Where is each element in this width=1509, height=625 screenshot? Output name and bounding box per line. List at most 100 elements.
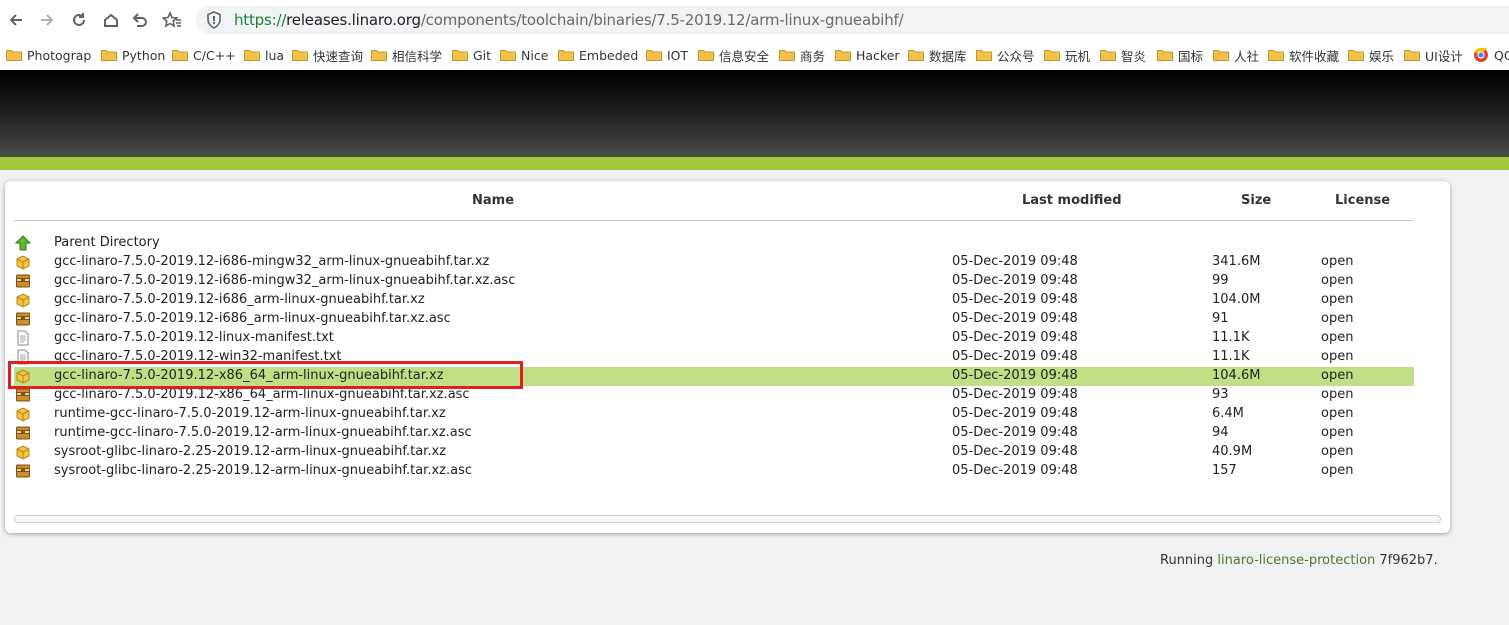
file-name-link[interactable]: runtime-gcc-linaro-7.5.0-2019.12-arm-lin… bbox=[54, 406, 446, 421]
folder-icon bbox=[698, 50, 714, 61]
file-name-link[interactable]: gcc-linaro-7.5.0-2019.12-i686-mingw32_ar… bbox=[54, 273, 515, 288]
file-last-modified: 05-Dec-2019 09:48 bbox=[952, 444, 1078, 459]
undo-icon[interactable] bbox=[128, 8, 152, 32]
column-header-name[interactable]: Name bbox=[472, 193, 514, 208]
file-name-link[interactable]: runtime-gcc-linaro-7.5.0-2019.12-arm-lin… bbox=[54, 425, 472, 440]
file-row[interactable]: gcc-linaro-7.5.0-2019.12-x86_64_arm-linu… bbox=[14, 386, 1414, 405]
shield-icon[interactable] bbox=[206, 11, 222, 29]
file-last-modified: 05-Dec-2019 09:48 bbox=[952, 425, 1078, 440]
bookmark-item[interactable]: 软件收藏 bbox=[1268, 46, 1339, 64]
file-last-modified: 05-Dec-2019 09:48 bbox=[952, 406, 1078, 421]
bookmark-label: IOT bbox=[667, 47, 689, 63]
parent-directory-row[interactable]: Parent Directory bbox=[14, 234, 1414, 253]
bookmark-item[interactable]: Nice bbox=[500, 46, 548, 64]
bookmark-item[interactable]: 商务 bbox=[779, 46, 825, 64]
package-icon bbox=[16, 445, 30, 460]
file-license: open bbox=[1321, 254, 1354, 269]
package-icon bbox=[16, 293, 30, 308]
column-header-license[interactable]: License bbox=[1335, 193, 1390, 208]
footer-link[interactable]: linaro-license-protection bbox=[1217, 553, 1375, 568]
footer-text: Running linaro-license-protection 7f962b… bbox=[1160, 553, 1438, 568]
file-last-modified: 05-Dec-2019 09:48 bbox=[952, 330, 1078, 345]
archive-icon bbox=[16, 312, 30, 326]
file-row[interactable]: gcc-linaro-7.5.0-2019.12-i686-mingw32_ar… bbox=[14, 272, 1414, 291]
bookmark-star-icon[interactable] bbox=[160, 8, 184, 32]
header-divider bbox=[14, 220, 1414, 221]
folder-icon bbox=[1404, 50, 1420, 61]
file-last-modified: 05-Dec-2019 09:48 bbox=[952, 273, 1078, 288]
file-name-link[interactable]: sysroot-glibc-linaro-2.25-2019.12-arm-li… bbox=[54, 463, 472, 478]
folder-icon bbox=[244, 50, 260, 61]
url-text[interactable]: https://releases.linaro.org/components/t… bbox=[234, 11, 904, 29]
bookmark-item[interactable]: C/C++ bbox=[172, 46, 236, 64]
back-arrow-icon[interactable] bbox=[4, 8, 28, 32]
bookmark-item[interactable]: 国标 bbox=[1157, 46, 1203, 64]
bookmark-item[interactable]: 智炎 bbox=[1100, 46, 1146, 64]
column-header-size[interactable]: Size bbox=[1241, 193, 1271, 208]
file-last-modified: 05-Dec-2019 09:48 bbox=[952, 254, 1078, 269]
file-license: open bbox=[1321, 273, 1354, 288]
folder-icon bbox=[172, 50, 188, 61]
file-last-modified: 05-Dec-2019 09:48 bbox=[952, 311, 1078, 326]
file-row[interactable]: sysroot-glibc-linaro-2.25-2019.12-arm-li… bbox=[14, 443, 1414, 462]
bookmark-item[interactable]: 公众号 bbox=[976, 46, 1035, 64]
parent-directory-link[interactable]: Parent Directory bbox=[54, 235, 160, 250]
file-size: 40.9M bbox=[1212, 444, 1253, 459]
folder-icon bbox=[835, 50, 851, 61]
forward-arrow-icon[interactable] bbox=[35, 8, 59, 32]
bookmark-item[interactable]: Hacker bbox=[835, 46, 900, 64]
bookmark-label: C/C++ bbox=[193, 47, 236, 63]
file-size: 99 bbox=[1212, 273, 1229, 288]
file-row[interactable]: gcc-linaro-7.5.0-2019.12-i686_arm-linux-… bbox=[14, 310, 1414, 329]
footer-prefix: Running bbox=[1160, 553, 1218, 568]
file-name-link[interactable]: gcc-linaro-7.5.0-2019.12-x86_64_arm-linu… bbox=[54, 387, 470, 402]
bookmark-item[interactable]: Git bbox=[452, 46, 491, 64]
column-header-last-modified[interactable]: Last modified bbox=[1022, 193, 1122, 208]
address-bar[interactable]: https://releases.linaro.org/components/t… bbox=[196, 6, 1509, 34]
file-size: 6.4M bbox=[1212, 406, 1244, 421]
bookmark-item[interactable]: UI设计 bbox=[1404, 46, 1463, 64]
file-row[interactable]: gcc-linaro-7.5.0-2019.12-win32-manifest.… bbox=[14, 348, 1414, 367]
bookmark-label: 快速查询 bbox=[313, 48, 364, 64]
bookmark-item[interactable]: 相信科学 bbox=[371, 46, 442, 64]
file-row[interactable]: gcc-linaro-7.5.0-2019.12-linux-manifest.… bbox=[14, 329, 1414, 348]
file-row[interactable]: gcc-linaro-7.5.0-2019.12-i686-mingw32_ar… bbox=[14, 253, 1414, 272]
bookmark-item[interactable]: IOT bbox=[646, 46, 688, 64]
bookmark-label: 智炎 bbox=[1121, 48, 1147, 64]
file-row[interactable]: sysroot-glibc-linaro-2.25-2019.12-arm-li… bbox=[14, 462, 1414, 481]
bookmark-item[interactable]: 数据库 bbox=[908, 46, 967, 64]
reload-icon[interactable] bbox=[67, 8, 91, 32]
bookmark-item[interactable]: lua bbox=[244, 46, 284, 64]
bookmark-label: Embeded bbox=[579, 47, 639, 63]
file-row[interactable]: gcc-linaro-7.5.0-2019.12-i686_arm-linux-… bbox=[14, 291, 1414, 310]
folder-icon bbox=[558, 50, 574, 61]
file-last-modified: 05-Dec-2019 09:48 bbox=[952, 387, 1078, 402]
bookmark-item[interactable]: 人社 bbox=[1213, 46, 1259, 64]
file-name-link[interactable]: gcc-linaro-7.5.0-2019.12-i686_arm-linux-… bbox=[54, 292, 425, 307]
horizontal-scrollbar[interactable] bbox=[14, 515, 1441, 523]
bookmark-item[interactable]: QQ bbox=[1473, 46, 1509, 64]
file-row[interactable]: runtime-gcc-linaro-7.5.0-2019.12-arm-lin… bbox=[14, 405, 1414, 424]
folder-icon bbox=[1268, 50, 1284, 61]
file-row[interactable]: runtime-gcc-linaro-7.5.0-2019.12-arm-lin… bbox=[14, 424, 1414, 443]
file-name-link[interactable]: sysroot-glibc-linaro-2.25-2019.12-arm-li… bbox=[54, 444, 446, 459]
file-row[interactable]: gcc-linaro-7.5.0-2019.12-x86_64_arm-linu… bbox=[14, 367, 1414, 386]
bookmark-label: 相信科学 bbox=[392, 48, 443, 64]
bookmark-item[interactable]: Embeded bbox=[558, 46, 638, 64]
file-name-link[interactable]: gcc-linaro-7.5.0-2019.12-win32-manifest.… bbox=[54, 349, 342, 364]
file-name-link[interactable]: gcc-linaro-7.5.0-2019.12-i686-mingw32_ar… bbox=[54, 254, 489, 269]
bookmark-item[interactable]: 玩机 bbox=[1044, 46, 1090, 64]
file-license: open bbox=[1321, 463, 1354, 478]
up-arrow-icon bbox=[15, 235, 31, 251]
bookmark-label: 玩机 bbox=[1065, 48, 1091, 64]
file-name-link[interactable]: gcc-linaro-7.5.0-2019.12-x86_64_arm-linu… bbox=[54, 368, 444, 383]
bookmark-item[interactable]: 快速查询 bbox=[292, 46, 363, 64]
bookmark-item[interactable]: 信息安全 bbox=[698, 46, 769, 64]
bookmark-item[interactable]: Python bbox=[101, 46, 165, 64]
folder-icon bbox=[908, 50, 924, 61]
bookmark-item[interactable]: 娱乐 bbox=[1348, 46, 1394, 64]
file-name-link[interactable]: gcc-linaro-7.5.0-2019.12-linux-manifest.… bbox=[54, 330, 334, 345]
file-name-link[interactable]: gcc-linaro-7.5.0-2019.12-i686_arm-linux-… bbox=[54, 311, 451, 326]
home-icon[interactable] bbox=[99, 8, 123, 32]
bookmark-item[interactable]: Photograp bbox=[6, 46, 91, 64]
